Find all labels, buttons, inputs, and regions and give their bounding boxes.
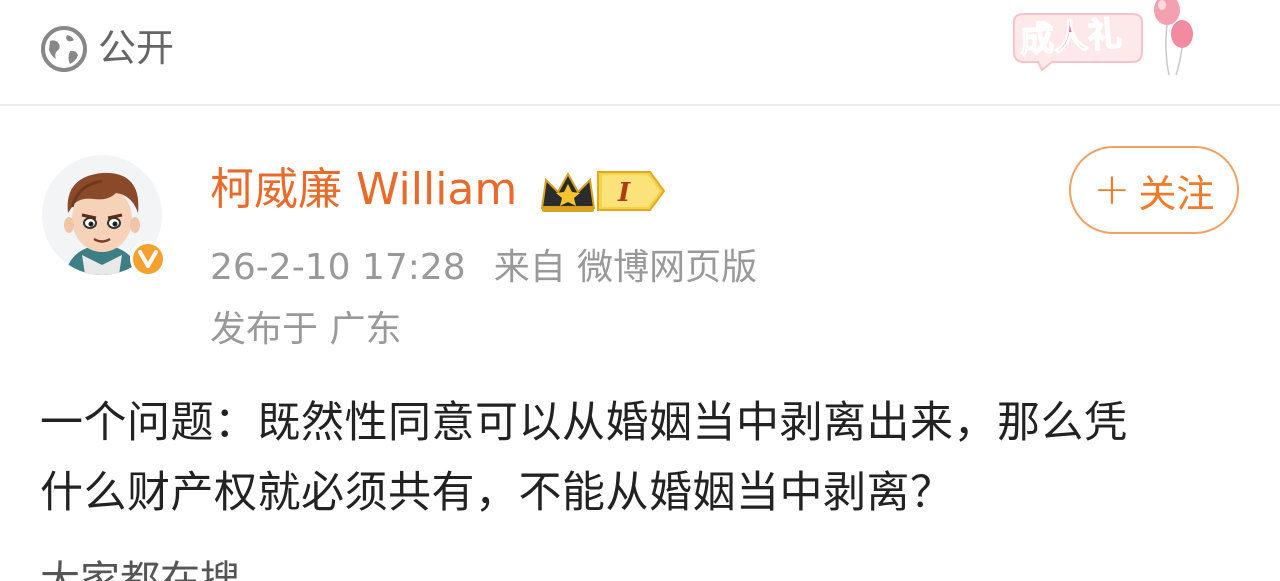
ceremony-badge-text: 成人礼 [1019,14,1124,61]
author-avatar[interactable] [42,155,168,281]
post-timestamp[interactable]: 26-2-10 17:28 [210,247,466,288]
weibo-post-page: 公开 成人礼 柯威廉 William I + 关注 26-2-10 17:28 … [0,0,1280,581]
visibility-label[interactable]: 公开 [98,24,174,72]
rank-text: I [617,178,631,208]
author-name[interactable]: 柯威廉 William [210,160,517,220]
crown-rank-icon[interactable]: I [538,166,668,216]
balloon-icon [1154,0,1193,76]
globe-icon [41,26,87,72]
post-content-line: 一个问题：既然性同意可以从婚姻当中剥离出来，那么凭 [40,398,1128,448]
ceremony-badge[interactable]: 成人礼 [1000,0,1210,80]
post-content[interactable]: 一个问题：既然性同意可以从婚姻当中剥离出来，那么凭 什么财产权就必须共有，不能从… [40,388,1250,528]
trending-section-title: 大家都在搜 [40,558,240,581]
verified-v-icon [130,241,166,277]
top-bar: 公开 成人礼 [0,0,1280,104]
post-source: 来自 微博网页版 [493,247,758,288]
follow-button[interactable]: + 关注 [1069,146,1239,234]
post-content-line: 什么财产权就必须共有，不能从婚姻当中剥离？ [40,468,954,518]
header-divider [0,104,1280,106]
follow-button-label: 关注 [1138,171,1215,216]
plus-icon: + [1093,164,1131,215]
post-meta: 26-2-10 17:28 来自 微博网页版 [210,242,757,294]
post-location: 发布于 广东 [210,309,402,350]
